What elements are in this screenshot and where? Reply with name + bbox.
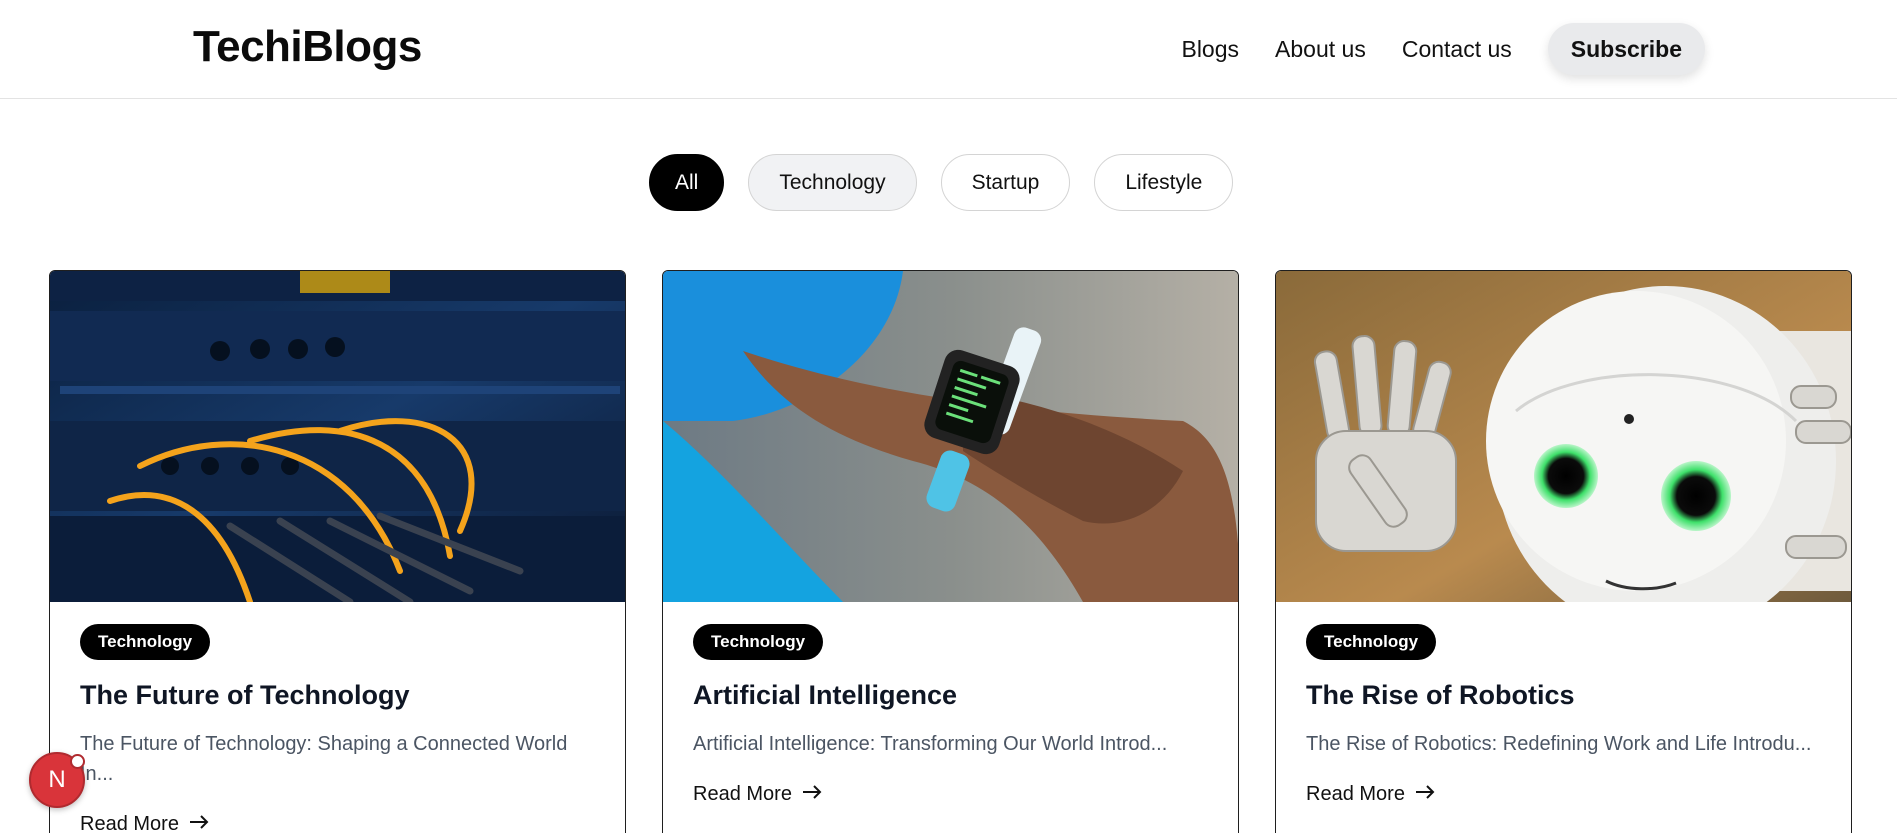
- arrow-right-icon: [1415, 783, 1435, 806]
- main-nav: Blogs About us Contact us Subscribe: [1181, 23, 1705, 75]
- dev-tools-letter: N: [48, 766, 66, 793]
- arrow-right-icon: [189, 813, 209, 833]
- blog-card: Technology Artificial Intelligence Artif…: [662, 270, 1239, 833]
- humanoid-robot-photo: [1276, 271, 1851, 602]
- read-more-label: Read More: [80, 813, 179, 833]
- read-more-link[interactable]: Read More: [80, 813, 209, 833]
- filter-chip-lifestyle[interactable]: Lifestyle: [1094, 154, 1234, 211]
- smartwatch-image[interactable]: [663, 271, 1238, 602]
- card-title[interactable]: The Future of Technology: [80, 680, 595, 711]
- card-excerpt: The Rise of Robotics: Redefining Work an…: [1306, 733, 1812, 755]
- read-more-label: Read More: [1306, 783, 1405, 805]
- category-badge: Technology: [1306, 624, 1437, 660]
- category-badge: Technology: [80, 624, 211, 660]
- arrow-right-icon: [802, 783, 822, 806]
- robot-image[interactable]: [1276, 271, 1851, 602]
- category-badge: Technology: [693, 624, 824, 660]
- card-excerpt: Artificial Intelligence: Transforming Ou…: [693, 733, 1168, 755]
- read-more-label: Read More: [693, 783, 792, 805]
- network-cables-image[interactable]: [50, 271, 625, 602]
- read-more-link[interactable]: Read More: [1306, 783, 1435, 806]
- filter-chip-technology[interactable]: Technology: [748, 154, 917, 211]
- blog-card-grid: Technology The Future of Technology The …: [49, 270, 1852, 833]
- category-filters: All Technology Startup Lifestyle: [649, 154, 1234, 211]
- network-cables-photo: [50, 271, 625, 602]
- blog-card: Technology The Future of Technology The …: [49, 270, 626, 833]
- card-title[interactable]: Artificial Intelligence: [693, 680, 1208, 711]
- filter-chip-all[interactable]: All: [649, 154, 725, 211]
- card-title[interactable]: The Rise of Robotics: [1306, 680, 1821, 711]
- nav-link-about[interactable]: About us: [1275, 36, 1366, 63]
- subscribe-button[interactable]: Subscribe: [1547, 23, 1705, 75]
- site-logo[interactable]: TechiBlogs: [193, 22, 422, 72]
- card-excerpt: The Future of Technology: Shaping a Conn…: [80, 733, 568, 785]
- read-more-link[interactable]: Read More: [693, 783, 822, 806]
- notification-dot-icon: [70, 754, 85, 769]
- filter-chip-startup[interactable]: Startup: [940, 154, 1071, 211]
- nav-link-contact[interactable]: Contact us: [1402, 36, 1512, 63]
- blog-card: Technology The Rise of Robotics The Rise…: [1275, 270, 1852, 833]
- smartwatch-wrist-photo: [663, 271, 1238, 602]
- site-header: TechiBlogs Blogs About us Contact us Sub…: [0, 0, 1897, 99]
- nav-link-blogs[interactable]: Blogs: [1181, 36, 1239, 63]
